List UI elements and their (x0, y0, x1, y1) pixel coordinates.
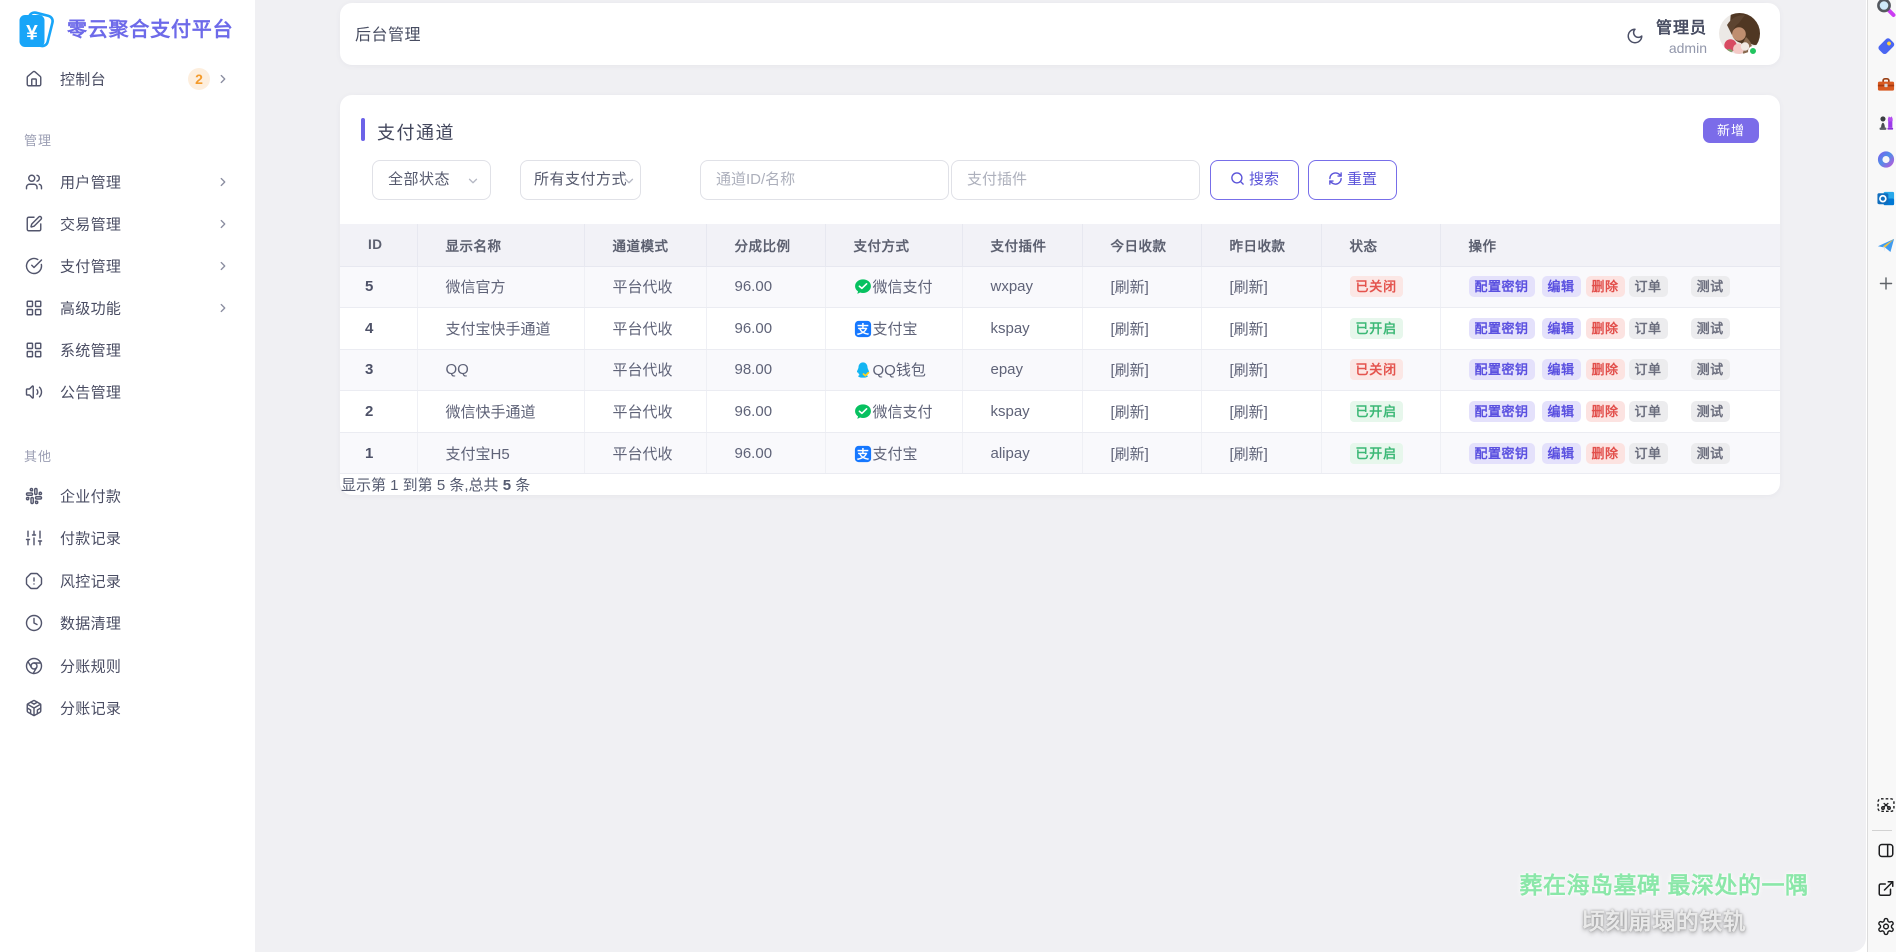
svg-text:¥: ¥ (26, 22, 38, 45)
svg-text:支: 支 (855, 321, 869, 336)
svg-text:支: 支 (855, 446, 869, 461)
